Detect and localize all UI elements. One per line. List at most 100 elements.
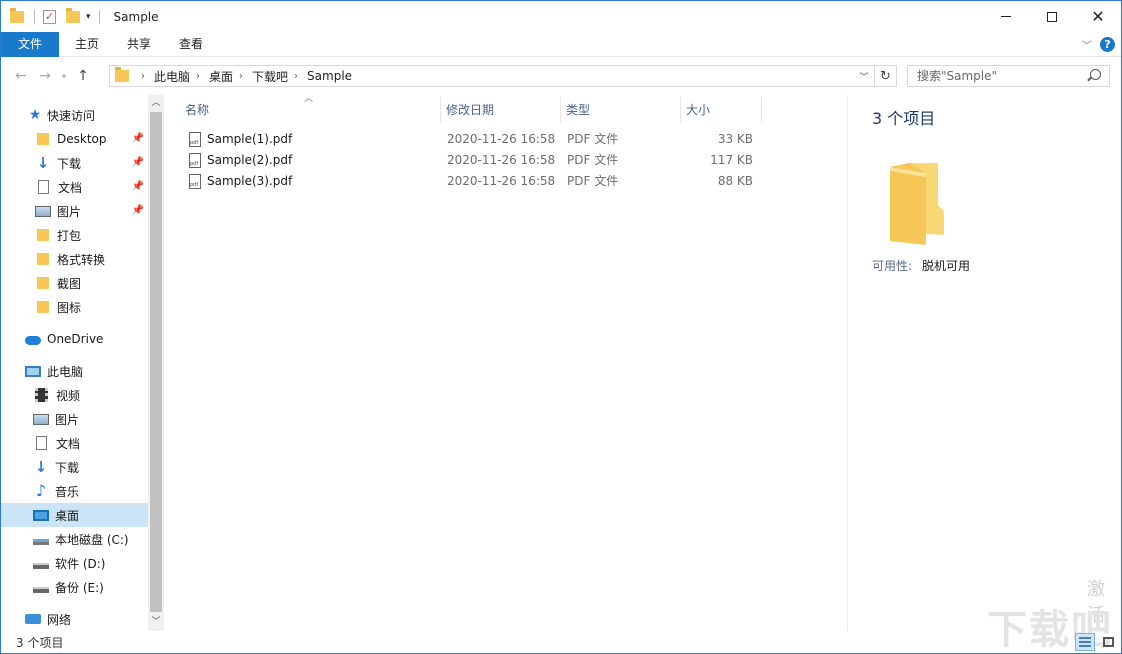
breadcrumb-sample[interactable]: Sample <box>307 69 352 83</box>
details-view-button[interactable] <box>1075 633 1095 651</box>
download-arrow-icon: ↓ <box>33 460 49 474</box>
folder-icon <box>37 253 49 265</box>
nav-item-videos[interactable]: 视频 <box>1 383 148 407</box>
refresh-icon[interactable]: ↻ <box>874 66 896 86</box>
file-row[interactable]: Sample(3).pdf 2020-11-26 16:58 PDF 文件 88… <box>167 171 767 192</box>
tab-home[interactable]: 主页 <box>61 32 113 57</box>
arrow-up-icon[interactable]: ↑ <box>71 68 95 84</box>
music-note-icon: ♪ <box>33 484 49 498</box>
explorer-window: ✓ ▾ Sample ✕ 文件 主页 共享 查看 ﹀ ? ← → ▾ ↑ › 此 <box>0 0 1122 654</box>
pin-icon[interactable]: 📌 <box>132 133 144 144</box>
expand-ribbon-chevron-icon[interactable]: ﹀ <box>1082 37 1092 52</box>
download-arrow-icon: ↓ <box>35 156 51 170</box>
recent-locations-dropdown-icon[interactable]: ▾ <box>57 72 71 81</box>
arrow-left-icon[interactable]: ← <box>9 68 33 84</box>
nav-label: 软件 (D:) <box>55 555 105 572</box>
folder-icon <box>37 301 49 313</box>
nav-onedrive[interactable]: OneDrive <box>1 327 148 351</box>
column-header-modified[interactable]: 修改日期 <box>442 97 561 123</box>
availability-value: 脱机可用 <box>922 257 970 274</box>
file-name: Sample(1).pdf <box>207 129 292 150</box>
file-row[interactable]: Sample(2).pdf 2020-11-26 16:58 PDF 文件 11… <box>167 150 767 171</box>
nav-item-documents[interactable]: 文档 📌 <box>1 175 148 199</box>
pin-icon[interactable]: 📌 <box>132 157 144 168</box>
scrollbar-thumb[interactable] <box>150 112 162 612</box>
folder-icon <box>10 11 24 23</box>
pin-icon[interactable]: 📌 <box>132 181 144 192</box>
nav-label: 图片 <box>57 203 81 220</box>
minimize-button[interactable] <box>983 1 1029 32</box>
item-count-title: 3 个项目 <box>872 105 935 129</box>
nav-item-pictures[interactable]: 图片 📌 <box>1 199 148 223</box>
nav-label: 图片 <box>55 411 79 428</box>
pdf-file-icon <box>189 153 201 168</box>
customize-toolbar-dropdown-icon[interactable]: ▾ <box>86 12 91 22</box>
nav-label: 桌面 <box>55 507 79 524</box>
folder-icon <box>37 133 49 145</box>
tab-view[interactable]: 查看 <box>165 32 217 57</box>
nav-item-pc-documents[interactable]: 文档 <box>1 431 148 455</box>
column-header-size[interactable]: 大小 <box>682 97 762 123</box>
column-header-type[interactable]: 类型 <box>562 97 681 123</box>
nav-item-pc-pictures[interactable]: 图片 <box>1 407 148 431</box>
tab-share[interactable]: 共享 <box>113 32 165 57</box>
pin-icon[interactable]: 📌 <box>132 205 144 216</box>
toolbar-divider <box>99 10 100 24</box>
tab-file[interactable]: 文件 <box>1 32 59 57</box>
nav-item-music[interactable]: ♪ 音乐 <box>1 479 148 503</box>
new-folder-icon[interactable] <box>66 11 80 23</box>
scroll-up-icon[interactable]: ︿ <box>148 95 164 112</box>
address-bar[interactable]: › 此电脑 › 桌面 › 下载吧 › Sample ﹀ ↻ <box>109 65 897 87</box>
breadcrumb-xiazaiba[interactable]: 下载吧 <box>252 68 288 85</box>
column-header-name[interactable]: 名称 <box>181 97 441 123</box>
nav-this-pc[interactable]: 此电脑 <box>1 359 148 383</box>
nav-item-drive-e[interactable]: 备份 (E:) <box>1 575 148 599</box>
nav-item-pc-downloads[interactable]: ↓ 下载 <box>1 455 148 479</box>
file-type: PDF 文件 <box>567 129 618 150</box>
nav-item-screenshots[interactable]: 截图 <box>1 271 148 295</box>
status-item-count: 3 个项目 <box>16 634 63 651</box>
breadcrumb-this-pc[interactable]: 此电脑 <box>154 68 190 85</box>
breadcrumb-separator-icon[interactable]: › <box>239 71 243 82</box>
large-folder-icon <box>888 163 946 245</box>
navigation-pane: ★ 快速访问 Desktop 📌 ↓ 下载 📌 文档 📌 图片 📌 打包 <box>1 95 148 631</box>
window-controls: ✕ <box>983 1 1121 32</box>
breadcrumb-separator-icon[interactable]: › <box>141 71 145 82</box>
file-type: PDF 文件 <box>567 150 618 171</box>
breadcrumb-desktop[interactable]: 桌面 <box>209 68 233 85</box>
nav-label: 网络 <box>47 611 71 628</box>
close-button[interactable]: ✕ <box>1075 1 1121 32</box>
picture-icon <box>35 206 51 217</box>
desktop-icon <box>33 510 49 521</box>
nav-item-drive-c[interactable]: 本地磁盘 (C:) <box>1 527 148 551</box>
search-input[interactable] <box>917 69 1082 83</box>
address-history-dropdown-icon[interactable]: ﹀ <box>856 66 872 86</box>
status-bar: 3 个项目 <box>1 631 1121 653</box>
ribbon-tabs: 文件 主页 共享 查看 ﹀ ? <box>1 32 1121 57</box>
nav-quick-access[interactable]: ★ 快速访问 <box>1 103 148 127</box>
document-icon <box>38 180 49 194</box>
nav-label: 图标 <box>57 299 81 316</box>
search-icon[interactable] <box>1090 69 1101 80</box>
nav-item-pc-desktop[interactable]: 桌面 <box>1 503 148 527</box>
large-icons-view-button[interactable] <box>1099 633 1119 651</box>
nav-scrollbar[interactable]: ︿ ﹀ <box>148 95 164 631</box>
nav-item-desktop[interactable]: Desktop 📌 <box>1 127 148 151</box>
search-box[interactable] <box>907 65 1110 87</box>
nav-label: 快速访问 <box>47 107 95 124</box>
nav-item-drive-d[interactable]: 软件 (D:) <box>1 551 148 575</box>
breadcrumb-separator-icon[interactable]: › <box>294 71 298 82</box>
nav-network[interactable]: 网络 <box>1 607 148 631</box>
maximize-button[interactable] <box>1029 1 1075 32</box>
help-icon[interactable]: ? <box>1100 37 1115 52</box>
nav-item-icons[interactable]: 图标 <box>1 295 148 319</box>
breadcrumb-separator-icon[interactable]: › <box>196 71 200 82</box>
arrow-right-icon[interactable]: → <box>33 68 57 84</box>
nav-item-dabao[interactable]: 打包 <box>1 223 148 247</box>
nav-item-format-convert[interactable]: 格式转换 <box>1 247 148 271</box>
file-type: PDF 文件 <box>567 171 618 192</box>
nav-item-downloads[interactable]: ↓ 下载 📌 <box>1 151 148 175</box>
properties-check-icon[interactable]: ✓ <box>43 10 56 24</box>
scroll-down-icon[interactable]: ﹀ <box>148 614 164 631</box>
file-row[interactable]: Sample(1).pdf 2020-11-26 16:58 PDF 文件 33… <box>167 129 767 150</box>
